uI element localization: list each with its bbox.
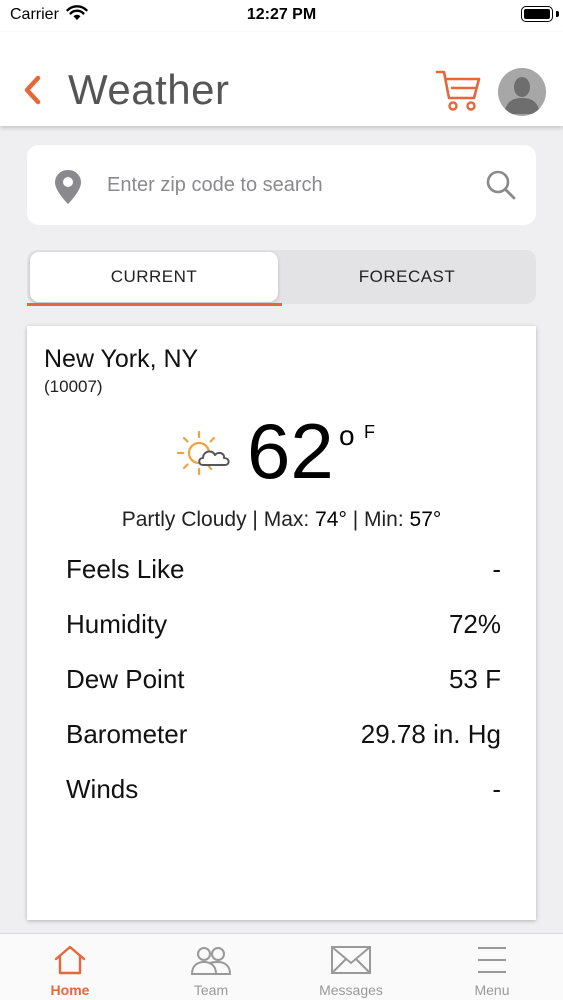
min-temp: 57° (409, 508, 442, 531)
nav-home[interactable]: Home (0, 934, 140, 1000)
status-bar: Carrier 12:27 PM (0, 0, 563, 32)
max-temp: 74° (315, 508, 347, 531)
detail-label: Winds (66, 774, 139, 804)
page-title: Weather (68, 66, 230, 113)
temperature-value: 62 (247, 407, 334, 495)
battery-cap (556, 11, 559, 17)
back-chevron-icon[interactable] (18, 70, 48, 110)
nav-home-label: Home (50, 982, 90, 998)
detail-label: Humidity (66, 609, 168, 639)
detail-value: - (492, 554, 501, 584)
hamburger-menu-icon (478, 947, 506, 973)
nav-messages-label: Messages (319, 982, 383, 998)
nav-team-label: Team (193, 982, 229, 998)
nav-menu-label: Menu (474, 982, 510, 998)
tab-forecast[interactable]: FORECAST (281, 252, 533, 302)
header: Weather (0, 32, 563, 126)
detail-label: Feels Like (66, 554, 185, 584)
min-label: Min: (364, 508, 404, 531)
detail-row-humidity: Humidity 72% (66, 609, 501, 645)
nav-team[interactable]: Team (141, 934, 281, 1000)
temperature-unit: F (364, 422, 375, 442)
nav-menu[interactable]: Menu (422, 934, 562, 1000)
separator: | (252, 508, 258, 531)
avatar[interactable] (498, 68, 546, 116)
envelope-icon (331, 946, 371, 974)
detail-value: 53 F (448, 664, 501, 694)
detail-row-dew-point: Dew Point 53 F (66, 664, 501, 700)
battery-icon (521, 6, 553, 22)
degree-symbol: o (339, 420, 355, 451)
nav-messages[interactable]: Messages (281, 934, 421, 1000)
detail-value: 72% (448, 609, 501, 639)
bottom-nav: Home Team Messages Menu (0, 933, 563, 1000)
detail-value: - (492, 774, 501, 804)
status-time: 12:27 PM (246, 6, 317, 23)
segmented-tabs: CURRENT FORECAST (27, 250, 536, 304)
weather-summary: Partly Cloudy | Max: 74° | Min: 57° (27, 508, 536, 532)
home-icon (54, 945, 86, 975)
detail-label: Barometer (66, 719, 188, 749)
tab-selected-indicator (27, 303, 282, 306)
location-pin-icon (55, 170, 81, 204)
detail-row-barometer: Barometer 29.78 in. Hg (66, 719, 501, 755)
zip-code: (10007) (44, 377, 103, 396)
partly-cloudy-icon (177, 430, 230, 476)
zip-search-input[interactable] (107, 165, 467, 205)
search-bar (27, 145, 536, 225)
detail-row-feels-like: Feels Like - (66, 554, 501, 590)
tab-current[interactable]: CURRENT (30, 252, 278, 302)
condition-text: Partly Cloudy (121, 508, 247, 531)
detail-label: Dew Point (66, 664, 185, 694)
team-icon (190, 947, 232, 975)
detail-row-winds: Winds - (66, 774, 501, 810)
separator: | (352, 508, 359, 531)
city-name: New York, NY (44, 345, 199, 373)
avatar-icon (498, 68, 546, 116)
max-label: Max: (263, 508, 310, 531)
search-icon[interactable] (485, 169, 517, 201)
cart-icon[interactable] (434, 68, 482, 112)
weather-card: New York, NY (10007) 62 o F Partly Cloud… (27, 326, 536, 920)
detail-value: 29.78 in. Hg (360, 719, 501, 749)
